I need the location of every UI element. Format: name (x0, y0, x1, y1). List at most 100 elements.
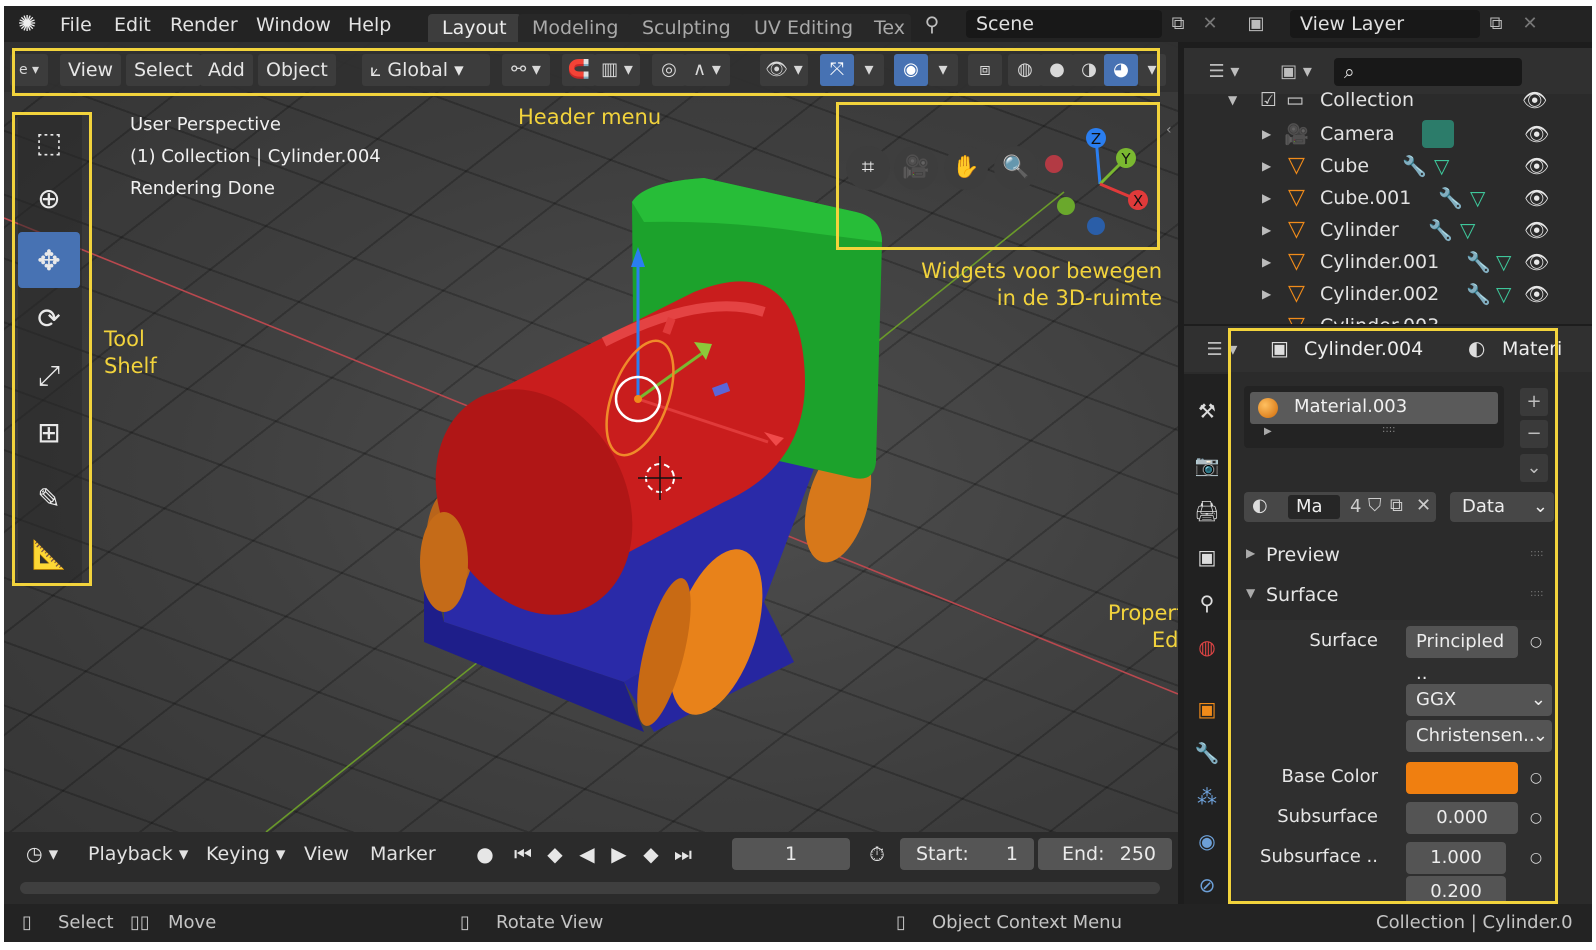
expand-icon[interactable]: ▶ (1262, 182, 1271, 214)
outliner-row-camera[interactable]: ▶ 🎥 Camera 👁 (1184, 118, 1592, 150)
expand-icon[interactable]: ▶ (1262, 246, 1271, 278)
mesh-data-icon[interactable]: ▽ (1470, 182, 1485, 214)
mouse-middle-icon: ▯ (460, 912, 470, 933)
collection-expand-icon[interactable]: ▼ (1228, 88, 1237, 112)
mesh-data-icon[interactable]: ▽ (1434, 150, 1449, 182)
outliner-collection-row[interactable]: ▼ ☑ ▭ Collection 👁 (1184, 88, 1592, 112)
prev-keyframe-icon[interactable]: ◆ (540, 838, 570, 870)
end-value: 250 (1119, 843, 1156, 865)
visibility-eye-icon[interactable]: 👁 (1524, 182, 1549, 214)
object-tab-icon[interactable]: ▣ (1190, 692, 1224, 726)
outliner-row-cube[interactable]: ▶ ▽ Cube 🔧 ▽ 👁 (1184, 150, 1592, 182)
scene-selector-icon[interactable]: ⚲ (918, 10, 946, 38)
outliner-item-label: Cylinder.001 (1320, 251, 1440, 273)
sidebar-toggle-icon[interactable]: ‹ (1166, 122, 1172, 138)
view-layer-field[interactable]: View Layer (1290, 10, 1480, 38)
scene-name-field[interactable]: Scene (966, 10, 1162, 38)
modifier-wrench-icon[interactable]: 🔧 (1466, 246, 1491, 278)
timeline-menu-playback[interactable]: Playback ▾ (78, 838, 198, 870)
camera-data-icon[interactable] (1422, 120, 1454, 148)
status-move: Move (168, 912, 217, 933)
mouse-drag-icon: ▯▯ (130, 912, 150, 933)
outliner-editor-type-icon[interactable]: ☰ ▾ (1200, 58, 1248, 86)
visibility-eye-icon[interactable]: 👁 (1524, 246, 1549, 278)
tab-texture-paint[interactable]: Tex (860, 14, 911, 42)
tab-uv-editing[interactable]: UV Editing (740, 14, 868, 42)
expand-icon[interactable]: ▶ (1262, 150, 1271, 182)
output-tab-icon[interactable]: 🖨 (1190, 494, 1224, 528)
properties-editor-highlight (1228, 328, 1558, 904)
mesh-data-icon[interactable]: ▽ (1496, 278, 1511, 310)
modifier-wrench-icon[interactable]: 🔧 (1428, 214, 1453, 246)
next-keyframe-icon[interactable]: ◆ (636, 838, 666, 870)
view-layer-selector-icon[interactable]: ▣ (1242, 10, 1270, 38)
menu-render[interactable]: Render (170, 12, 238, 38)
outliner-row-cylinder-002[interactable]: ▶ ▽ Cylinder.002 🔧 ▽ 👁 (1184, 278, 1592, 310)
mesh-data-icon[interactable]: ▽ (1496, 246, 1511, 278)
tool-settings-tab-icon[interactable]: ⚒ (1190, 394, 1224, 428)
particles-tab-icon[interactable]: ⁂ (1190, 780, 1224, 814)
record-icon[interactable]: ● (470, 838, 500, 870)
menu-window[interactable]: Window (256, 12, 331, 38)
tab-modeling[interactable]: Modeling (518, 14, 633, 42)
timeline-scrollbar[interactable] (20, 882, 1160, 894)
end-frame-field[interactable]: End: 250 (1038, 838, 1172, 870)
timeline-menu-marker[interactable]: Marker (360, 838, 446, 870)
expand-icon[interactable]: ▶ (1262, 214, 1271, 246)
outliner-search-input[interactable]: ⌕ (1334, 58, 1522, 86)
modifier-wrench-icon[interactable]: 🔧 (1438, 182, 1463, 214)
scene-tab-icon[interactable]: ⚲ (1190, 586, 1224, 620)
visibility-eye-icon[interactable]: 👁 (1524, 118, 1549, 150)
modifier-wrench-icon[interactable]: 🔧 (1402, 150, 1427, 182)
visibility-eye-icon[interactable]: 👁 (1524, 278, 1549, 310)
menu-file[interactable]: File (60, 12, 92, 38)
outliner-row-cylinder-001[interactable]: ▶ ▽ Cylinder.001 🔧 ▽ 👁 (1184, 246, 1592, 278)
delete-scene-icon[interactable]: ✕ (1196, 10, 1224, 38)
new-view-layer-icon[interactable]: ⧉ (1482, 10, 1510, 38)
visibility-eye-icon[interactable]: 👁 (1524, 214, 1549, 246)
annotation-properties-line2: Editor (1151, 628, 1178, 652)
tab-sculpting[interactable]: Sculpting (628, 14, 745, 42)
mesh-object-icon: ▽ (1288, 249, 1305, 274)
jump-start-icon[interactable]: ⏮ (508, 838, 538, 870)
collection-checkbox-icon[interactable]: ☑ (1260, 88, 1277, 112)
outliner-row-cylinder-003[interactable]: ▽ Cylinder.003 (1184, 310, 1592, 324)
visibility-eye-icon[interactable]: 👁 (1524, 150, 1549, 182)
current-frame-field[interactable]: 1 (732, 838, 850, 870)
render-tab-icon[interactable]: 📷 (1190, 448, 1224, 482)
end-label: End: (1062, 843, 1105, 865)
world-tab-icon[interactable]: ◍ (1190, 630, 1224, 664)
3d-viewport[interactable]: e ▾ View Select Add Object ⟀ Global ▾ ⚯ … (4, 42, 1178, 832)
start-label: Start: (916, 843, 969, 865)
blender-window: ✺ File Edit Render Window Help Layout Mo… (4, 6, 1592, 942)
keying-label: Keying (206, 843, 270, 865)
outliner-row-cylinder[interactable]: ▶ ▽ Cylinder 🔧 ▽ 👁 (1184, 214, 1592, 246)
menu-help[interactable]: Help (348, 12, 391, 38)
outliner-row-cube-001[interactable]: ▶ ▽ Cube.001 🔧 ▽ 👁 (1184, 182, 1592, 214)
blender-logo-icon[interactable]: ✺ (18, 12, 36, 37)
view-layer-tab-icon[interactable]: ▣ (1190, 540, 1224, 574)
modifier-wrench-icon[interactable]: 🔧 (1466, 278, 1491, 310)
tool-shelf-highlight (12, 112, 92, 586)
physics-tab-icon[interactable]: ◉ (1190, 824, 1224, 858)
expand-icon[interactable]: ▶ (1262, 278, 1271, 310)
play-reverse-icon[interactable]: ◀ (572, 838, 602, 870)
delete-view-layer-icon[interactable]: ✕ (1516, 10, 1544, 38)
stopwatch-icon[interactable]: ⏱ (862, 838, 892, 870)
annotation-widgets-line1: Widgets voor bewegen (921, 259, 1162, 283)
timeline-menu-view[interactable]: View (294, 838, 359, 870)
new-scene-icon[interactable]: ⧉ (1164, 10, 1192, 38)
play-icon[interactable]: ▶ (604, 838, 634, 870)
menu-edit[interactable]: Edit (114, 12, 151, 38)
collection-eye-icon[interactable]: 👁 (1522, 88, 1547, 112)
start-frame-field[interactable]: Start: 1 (900, 838, 1034, 870)
timeline-menu-keying[interactable]: Keying ▾ (196, 838, 295, 870)
jump-end-icon[interactable]: ⏭ (668, 838, 698, 870)
tab-layout[interactable]: Layout (428, 14, 521, 42)
modifier-tab-icon[interactable]: 🔧 (1190, 736, 1224, 770)
constraints-tab-icon[interactable]: ⊘ (1190, 868, 1224, 902)
display-mode-icon[interactable]: ▣ ▾ (1272, 58, 1320, 86)
timeline-editor-type-icon[interactable]: ◷ ▾ (16, 838, 68, 870)
expand-icon[interactable]: ▶ (1262, 118, 1271, 150)
mesh-data-icon[interactable]: ▽ (1460, 214, 1475, 246)
